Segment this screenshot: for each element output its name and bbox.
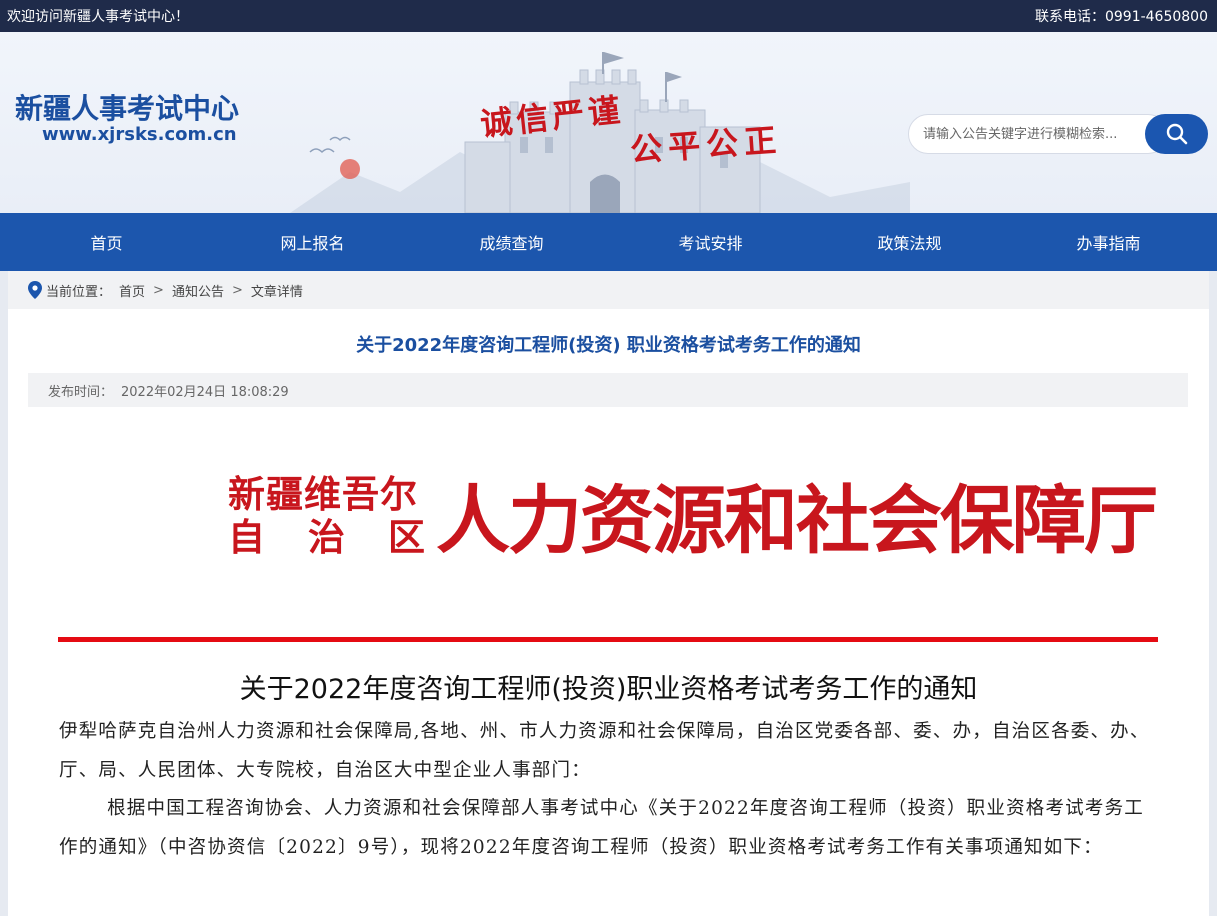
nav-score-query[interactable]: 成绩查询 [412,213,611,271]
breadcrumb-home[interactable]: 首页 [119,281,145,300]
site-header: 新疆人事考试中心 www.xjrsks.com.cn 诚信严谨 公平公正 请输入… [0,32,1217,213]
breadcrumb-current: 文章详情 [250,284,303,300]
letterhead-char: 自 [228,515,266,559]
search-input[interactable] [908,114,1168,154]
main-nav: 首页 网上报名 成绩查询 考试安排 政策法规 办事指南 [0,213,1217,271]
letterhead-region-line1: 新疆维吾尔 [228,472,418,516]
letterhead-char: 区 [388,515,426,559]
breadcrumb: 当前位置： 首页 > 通知公告 > 文章详情 [8,271,1209,309]
red-divider [58,637,1158,642]
site-url[interactable]: www.xjrsks.com.cn [42,124,237,145]
letterhead-region-line2: 自 治 区 [228,516,426,559]
contact-phone: 联系电话：0991-4650800 [1034,9,1208,25]
document-title: 关于2022年度咨询工程师(投资)职业资格考试考务工作的通知 [239,674,978,705]
breadcrumb-label: 当前位置： [46,284,112,300]
document-body: 伊犁哈萨克自治州人力资源和社会保障局,各地、州、市人力资源和社会保障局，自治区党… [59,713,1159,867]
breadcrumb-separator: > [231,282,243,298]
nav-exam-schedule[interactable]: 考试安排 [611,213,810,271]
article-panel: 关于2022年度咨询工程师(投资) 职业资格考试考务工作的通知 发布时间： 20… [8,309,1209,916]
breadcrumb-separator: > [153,282,164,298]
right-rail [1209,271,1217,916]
nav-online-registration[interactable]: 网上报名 [213,213,412,271]
location-pin-icon [28,281,42,299]
publish-time-label: 发布时间： [48,384,114,400]
letterhead-char: 治 [308,515,346,559]
nav-home[interactable]: 首页 [0,213,213,271]
letterhead-region: 新疆维吾尔 自 治 区 [228,473,438,559]
nav-policies[interactable]: 政策法规 [810,213,1009,271]
document-paragraph: 伊犁哈萨克自治州人力资源和社会保障局,各地、州、市人力资源和社会保障局，自治区党… [59,721,1150,781]
breadcrumb-section[interactable]: 通知公告 [172,281,224,300]
letterhead-department: 人力资源和社会保障厅 [436,478,1158,564]
search-button[interactable] [1145,114,1208,154]
top-bar: 欢迎访问新疆人事考试中心！ 联系电话：0991-4650800 [0,0,1217,32]
article-meta: 发布时间： 2022年02月24日 18:08:29 [28,373,1188,407]
publish-time: 2022年02月24日 18:08:29 [121,384,289,400]
search-box [908,114,1208,154]
welcome-text: 欢迎访问新疆人事考试中心！ [7,9,189,25]
page-body: 当前位置： 首页 > 通知公告 > 文章详情 关于2022年度咨询工程师(投资)… [0,271,1217,916]
search-icon [1166,123,1187,145]
nav-service-guide[interactable]: 办事指南 [1009,213,1208,271]
document-paragraph: 根据中国工程咨询协会、人力资源和社会保障部人事考试中心《关于2022年度咨询工程… [59,798,1144,858]
site-name[interactable]: 新疆人事考试中心 [15,87,239,127]
article-title: 关于2022年度咨询工程师(投资) 职业资格考试考务工作的通知 [356,335,861,356]
